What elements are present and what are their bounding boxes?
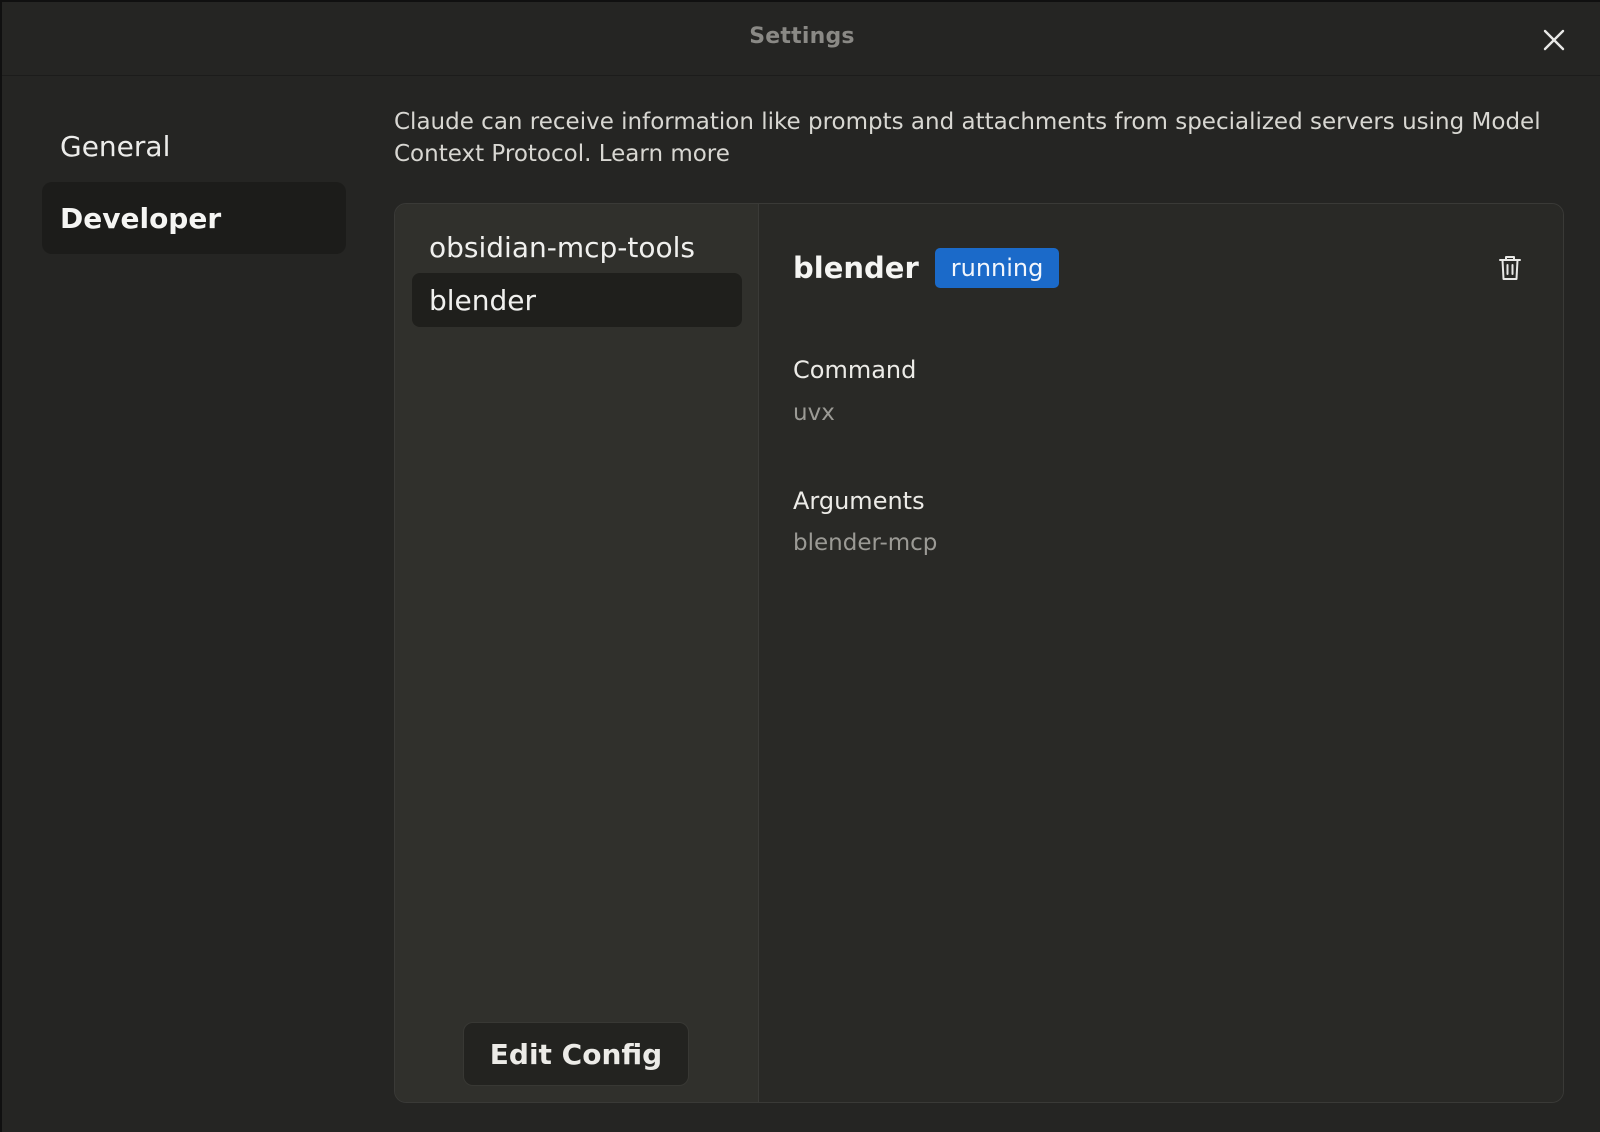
nav-item-general[interactable]: General — [42, 110, 346, 182]
close-icon — [1543, 29, 1565, 51]
server-item-label: blender — [429, 283, 537, 317]
nav-item-developer[interactable]: Developer — [42, 182, 346, 254]
settings-nav: General Developer — [42, 110, 346, 254]
server-list: obsidian-mcp-tools blender Edit Config — [395, 204, 759, 1102]
edit-config-button[interactable]: Edit Config — [463, 1022, 689, 1086]
description-text: Claude can receive information like prom… — [394, 109, 1541, 167]
mcp-servers-panel: obsidian-mcp-tools blender Edit Config b… — [394, 203, 1564, 1103]
learn-more-link[interactable]: Learn more — [599, 141, 730, 167]
mcp-description: Claude can receive information like prom… — [394, 106, 1574, 170]
server-item-label: obsidian-mcp-tools — [429, 230, 695, 264]
arguments-value: blender-mcp — [793, 530, 938, 556]
trash-icon — [1499, 256, 1521, 280]
nav-item-label: Developer — [60, 201, 222, 235]
window-title: Settings — [749, 24, 855, 49]
nav-item-label: General — [60, 129, 171, 163]
delete-server-button[interactable] — [1497, 254, 1523, 282]
server-name: blender — [793, 251, 919, 285]
server-detail-header: blender running — [793, 248, 1060, 288]
server-detail: blender running Command uvx Arguments bl… — [759, 204, 1563, 1102]
close-button[interactable] — [1538, 24, 1570, 56]
title-bar: Settings — [2, 2, 1600, 76]
command-value: uvx — [793, 400, 835, 426]
arguments-label: Arguments — [793, 487, 925, 515]
server-item-obsidian-mcp-tools[interactable]: obsidian-mcp-tools — [412, 220, 742, 274]
status-badge: running — [934, 248, 1060, 288]
settings-window: Settings General Developer Claude can re… — [0, 0, 1600, 1132]
command-label: Command — [793, 356, 917, 384]
server-item-blender[interactable]: blender — [412, 273, 742, 327]
